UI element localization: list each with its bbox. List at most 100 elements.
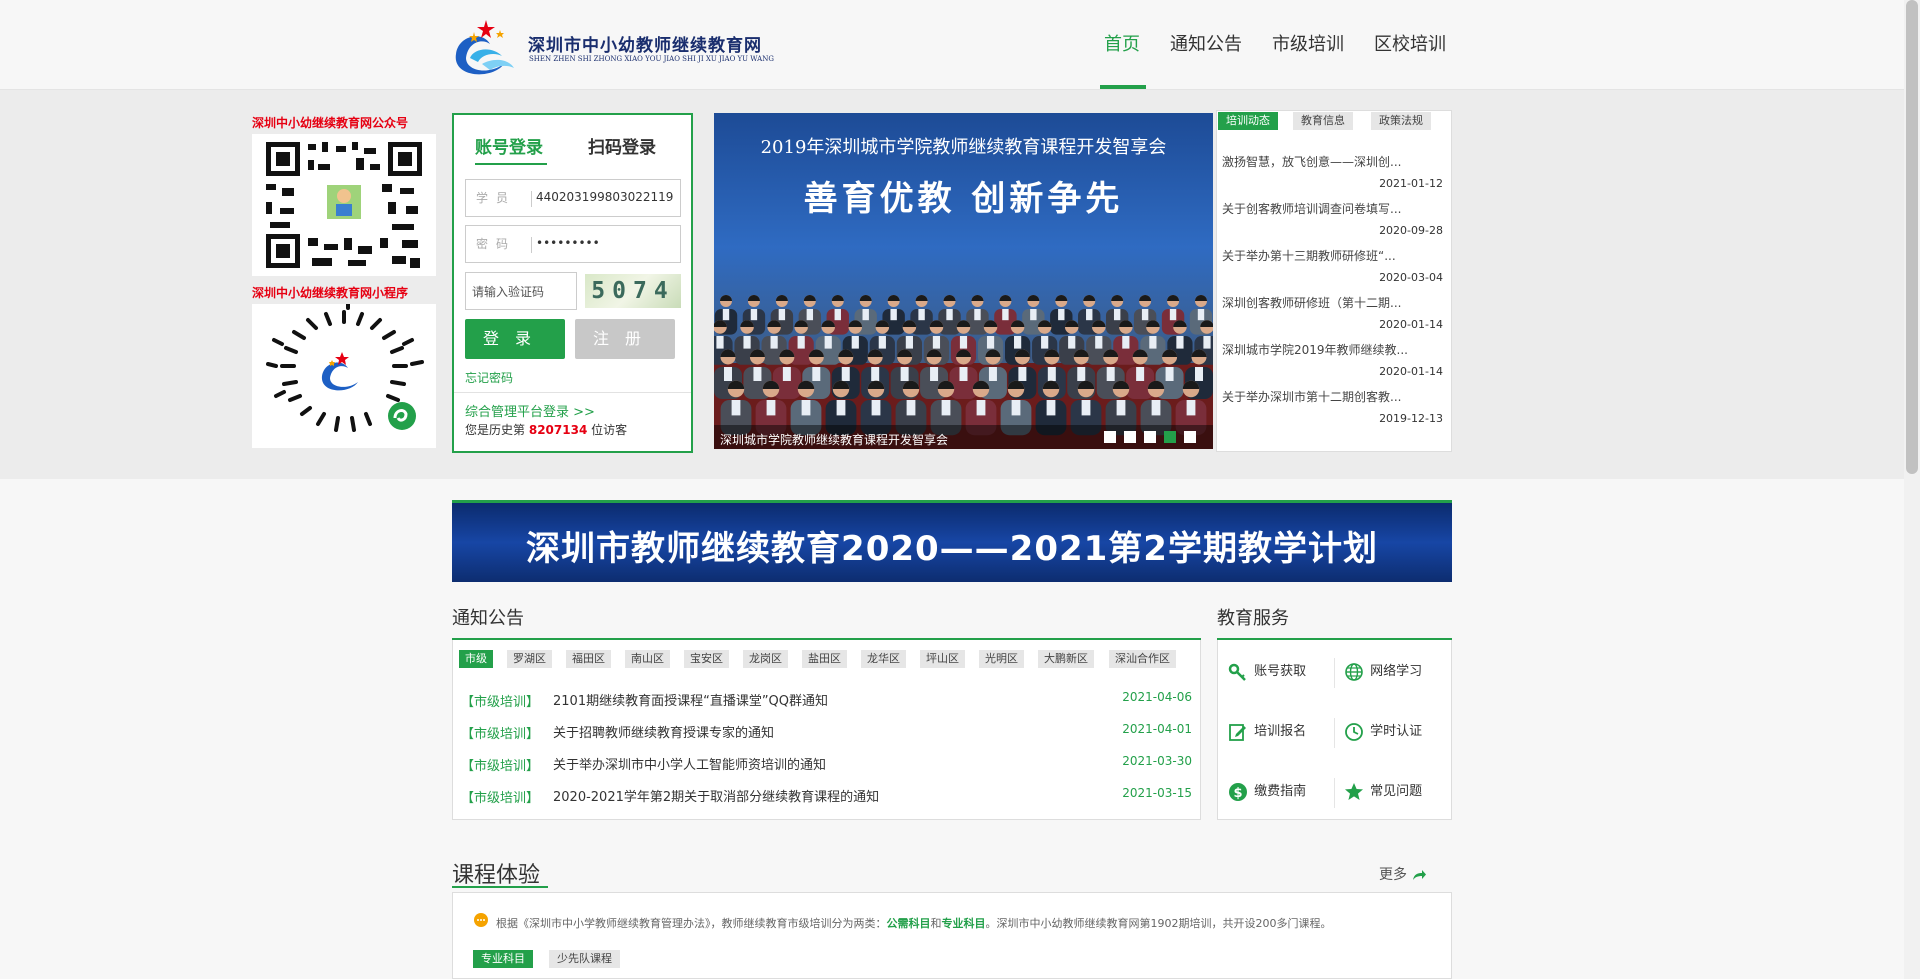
- news-item[interactable]: 深圳创客教师研修班（第十二期...: [1222, 294, 1446, 311]
- notice-tag: 【市级培训】: [461, 727, 540, 742]
- service-faq-label: 常见问题: [1370, 784, 1423, 799]
- nav-city-training[interactable]: 市级培训: [1272, 30, 1344, 56]
- courses-note-pro: 专业科目: [941, 917, 986, 930]
- courses-note-prefix: 根据《深圳市中小学教师继续教育管理办法》，教师继续教育市级培训分为两类：: [496, 917, 887, 930]
- notice-tag: 【市级培训】: [461, 759, 540, 774]
- news-item[interactable]: 关于创客教师培训调查问卷填写...: [1222, 200, 1446, 217]
- captcha-image[interactable]: 5074: [585, 274, 681, 308]
- news-item[interactable]: 关于举办第十三期教师研修班“...: [1222, 247, 1446, 264]
- visitor-counter: 您是历史第 8207134 位访客: [465, 421, 627, 438]
- star-icon: [1345, 782, 1363, 800]
- courses-note: 根据《深圳市中小学教师继续教育管理办法》，教师继续教育市级培训分为两类：公需科目…: [496, 915, 1332, 931]
- course-tab[interactable]: 专业科目: [473, 950, 533, 968]
- notices-panel: 市级 罗湖区 福田区 南山区 宝安区 龙岗区 盐田区 龙华区 坪山区 光明区 大…: [452, 640, 1201, 820]
- logo-subtitle: SHEN ZHEN SHI ZHONG XIAO YOU JIAO SHI JI…: [529, 55, 774, 63]
- notice-link[interactable]: 关于招聘教师继续教育授课专家的通知: [553, 722, 774, 741]
- district-tab[interactable]: 宝安区: [684, 650, 729, 668]
- login-button[interactable]: 登录: [465, 319, 565, 359]
- service-hours-certification[interactable]: 学时认证: [1344, 720, 1422, 742]
- district-tab[interactable]: 市级: [459, 650, 493, 668]
- carousel-dot-2[interactable]: [1124, 431, 1136, 443]
- captcha-placeholder: 请输入验证码: [472, 285, 545, 299]
- login-panel: 账号登录 扫码登录 学员 440203199803022119 密码 •••••…: [452, 113, 693, 453]
- username-field[interactable]: 学员 440203199803022119: [465, 179, 681, 217]
- news-item[interactable]: 关于举办深圳市第十二期创客教...: [1222, 388, 1446, 405]
- courses-note-and: 和: [930, 917, 942, 930]
- photo-carousel[interactable]: 2019年深圳城市学院教师继续教育课程开发智享会 善育优教 创新争先 深圳城市学…: [714, 113, 1213, 449]
- password-field[interactable]: 密码 •••••••••: [465, 225, 681, 263]
- tab-training-news[interactable]: 培训动态: [1218, 112, 1278, 130]
- notice-tag: 【市级培训】: [461, 695, 540, 710]
- service-account[interactable]: 账号获取: [1228, 660, 1306, 682]
- services-title: 教育服务: [1217, 608, 1289, 629]
- notice-link[interactable]: 关于举办深圳市中小学人工智能师资培训的通知: [553, 754, 826, 773]
- tab-policies[interactable]: 政策法规: [1371, 112, 1431, 130]
- service-online-learning[interactable]: 网络学习: [1344, 660, 1422, 682]
- password-value: •••••••••: [536, 236, 600, 250]
- news-date: 2020-09-28: [1379, 224, 1443, 237]
- nav-notices[interactable]: 通知公告: [1170, 30, 1242, 56]
- nav-home[interactable]: 首页: [1104, 30, 1140, 56]
- carousel-dot-3[interactable]: [1144, 431, 1156, 443]
- platform-login-link[interactable]: 综合管理平台登录 >>: [465, 401, 595, 420]
- share-arrow-icon: [1413, 870, 1427, 880]
- news-date: 2021-01-12: [1379, 177, 1443, 190]
- district-tab[interactable]: 龙岗区: [743, 650, 788, 668]
- page-scrollbar[interactable]: [1904, 0, 1920, 979]
- dollar-icon: $: [1229, 782, 1247, 801]
- district-tab[interactable]: 南山区: [625, 650, 670, 668]
- service-payment-guide[interactable]: $ 缴费指南: [1228, 780, 1306, 802]
- service-faq[interactable]: 常见问题: [1344, 780, 1422, 802]
- carousel-dot-5[interactable]: [1184, 431, 1196, 443]
- login-tab-indicator: [475, 163, 547, 165]
- district-tab[interactable]: 龙华区: [861, 650, 906, 668]
- service-divider: [1334, 658, 1335, 688]
- visitor-prefix: 您是历史第: [465, 423, 526, 437]
- district-tab[interactable]: 光明区: [979, 650, 1024, 668]
- course-tab[interactable]: 少先队课程: [549, 950, 620, 968]
- site-logo[interactable]: 深圳市中小幼教师继续教育网 SHEN ZHEN SHI ZHONG XIAO Y…: [452, 18, 792, 78]
- service-divider: [1334, 778, 1335, 808]
- notice-date: 2021-04-01: [1122, 722, 1192, 736]
- district-tab[interactable]: 罗湖区: [507, 650, 552, 668]
- tab-account-login[interactable]: 账号登录: [475, 133, 543, 158]
- services-panel: 账号获取 网络学习 培训报名 学时认证 $ 缴费指南 常见问题: [1217, 640, 1452, 820]
- password-label: 密码: [476, 237, 532, 253]
- courses-more-label: 更多: [1379, 867, 1407, 883]
- courses-divider: [452, 886, 548, 888]
- news-date: 2020-03-04: [1379, 271, 1443, 284]
- carousel-dot-1[interactable]: [1104, 431, 1116, 443]
- news-date: 2019-12-13: [1379, 412, 1443, 425]
- tab-scan-login[interactable]: 扫码登录: [588, 133, 656, 158]
- carousel-dot-4[interactable]: [1164, 431, 1176, 443]
- news-panel: 培训动态 教育信息 政策法规 激扬智慧，放飞创意——深圳创... 2021-01…: [1216, 110, 1452, 452]
- service-registration[interactable]: 培训报名: [1228, 720, 1306, 742]
- notice-link[interactable]: 2020-2021学年第2期关于取消部分继续教育课程的通知: [553, 786, 879, 805]
- wechat-qr-code: [252, 134, 436, 276]
- notices-title: 通知公告: [452, 608, 524, 629]
- edit-icon: [1229, 723, 1246, 741]
- tab-education-info[interactable]: 教育信息: [1293, 112, 1353, 130]
- globe-icon: [1345, 662, 1363, 681]
- district-tab[interactable]: 福田区: [566, 650, 611, 668]
- teaching-plan-banner[interactable]: 深圳市教师继续教育2020——2021第2学期教学计划: [452, 500, 1452, 582]
- captcha-input[interactable]: 请输入验证码: [465, 272, 577, 310]
- miniprogram-code: [252, 302, 436, 448]
- district-tab[interactable]: 大鹏新区: [1038, 650, 1094, 668]
- news-item[interactable]: 深圳城市学院2019年教师继续教...: [1222, 341, 1446, 358]
- district-tab[interactable]: 盐田区: [802, 650, 847, 668]
- news-date: 2020-01-14: [1379, 365, 1443, 378]
- notice-link[interactable]: 2101期继续教育面授课程“直播课堂”QQ群通知: [553, 690, 828, 709]
- district-tab[interactable]: 深汕合作区: [1109, 650, 1176, 668]
- courses-note-suffix: 。深圳市中小幼教师继续教育网第1902期培训，共开设200多门课程。: [985, 917, 1332, 930]
- register-button[interactable]: 注册: [575, 319, 675, 359]
- service-hours-certification-label: 学时认证: [1370, 724, 1423, 739]
- district-tab[interactable]: 坪山区: [920, 650, 965, 668]
- news-item[interactable]: 激扬智慧，放飞创意——深圳创...: [1222, 153, 1446, 170]
- nav-district-training[interactable]: 区校培训: [1374, 30, 1446, 56]
- forgot-password-link[interactable]: 忘记密码: [465, 369, 513, 386]
- service-registration-label: 培训报名: [1254, 724, 1307, 739]
- scrollbar-thumb[interactable]: [1906, 0, 1918, 474]
- courses-more-link[interactable]: 更多: [1379, 864, 1427, 884]
- notice-date: 2021-03-30: [1122, 754, 1192, 768]
